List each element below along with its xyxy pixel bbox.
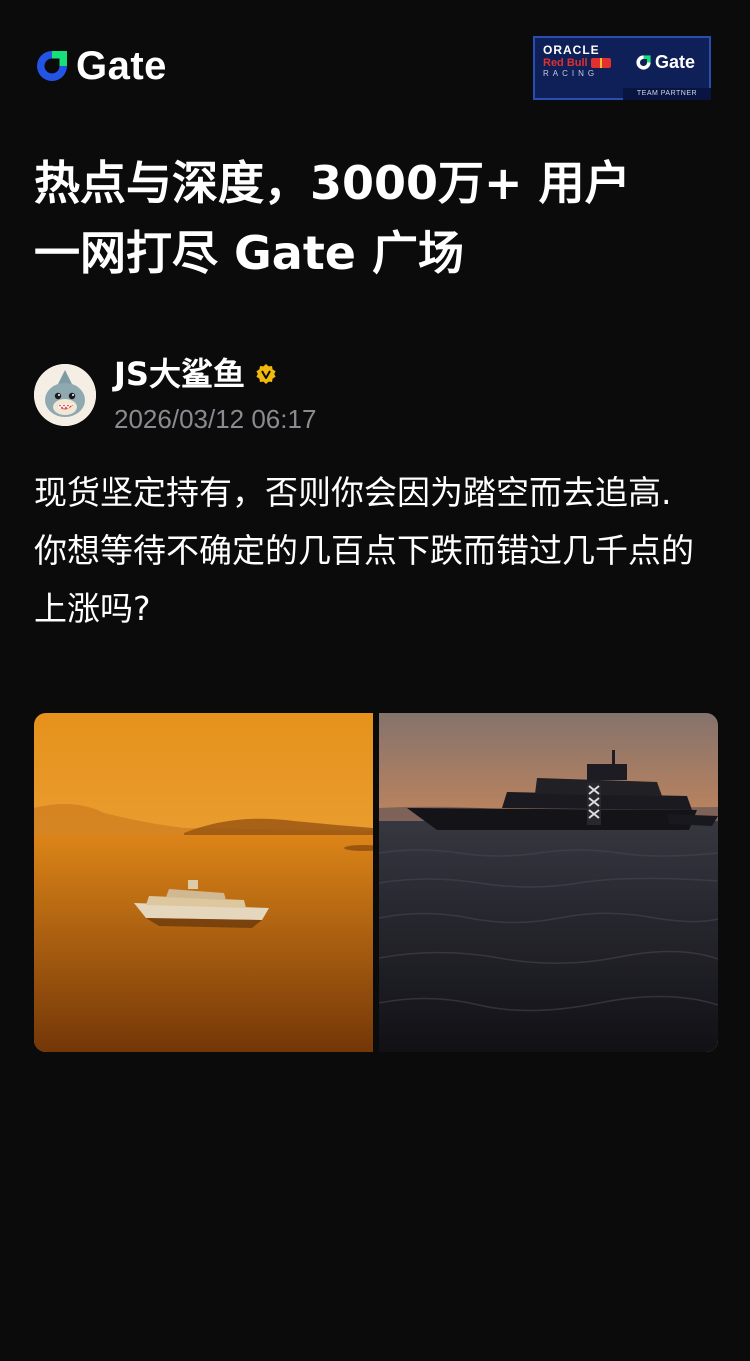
post-image-gallery: [34, 713, 718, 1052]
post-paragraph: 现货坚定持有，否则你会因为踏空而去追高.: [34, 473, 672, 512]
brand-name: Gate: [76, 44, 167, 88]
author-name[interactable]: JS大鲨鱼: [114, 352, 245, 396]
partner-gate-logo: Gate: [635, 52, 695, 73]
post-author: JS大鲨鱼 2026/03/12 06:17: [34, 346, 714, 446]
app-header: Gate ORACLE Red Bull RACING Gate TEAM PA…: [0, 0, 750, 110]
team-partner-caption: TEAM PARTNER: [623, 88, 711, 100]
redbull-logo-icon: [590, 58, 611, 68]
gate-logo-icon: [37, 51, 67, 81]
post-content: 现货坚定持有，否则你会因为踏空而去追高. 你想等待不确定的几百点下跌而错过几千点…: [34, 464, 724, 638]
post-timestamp: 2026/03/12 06:17: [114, 404, 317, 434]
avatar[interactable]: [34, 364, 96, 426]
shark-avatar-icon: [34, 364, 96, 426]
gate-brand-logo[interactable]: Gate: [34, 46, 167, 86]
yacht-silhouette-sea-photo[interactable]: [379, 713, 718, 1052]
headline-line-1: 热点与深度，3000万+ 用户: [34, 156, 631, 210]
oracle-wordmark: ORACLE: [543, 43, 600, 57]
yacht-sunset-aerial-photo[interactable]: [34, 713, 373, 1052]
verified-badge-icon: [256, 364, 276, 384]
gate-logo-icon: [636, 55, 651, 70]
page-headline: 热点与深度，3000万+ 用户 一网打尽 Gate 广场: [34, 148, 724, 288]
headline-line-2: 一网打尽 Gate 广场: [34, 226, 465, 280]
photo-image: [34, 713, 373, 1052]
post-paragraph: 你想等待不确定的几百点下跌而错过几千点的上涨吗?: [34, 531, 694, 628]
photo-image: [379, 713, 718, 1052]
redbull-wordmark: Red Bull: [543, 57, 623, 69]
racing-wordmark: RACING: [543, 69, 599, 78]
team-partner-badge[interactable]: ORACLE Red Bull RACING Gate TEAM PARTNER: [533, 36, 711, 100]
